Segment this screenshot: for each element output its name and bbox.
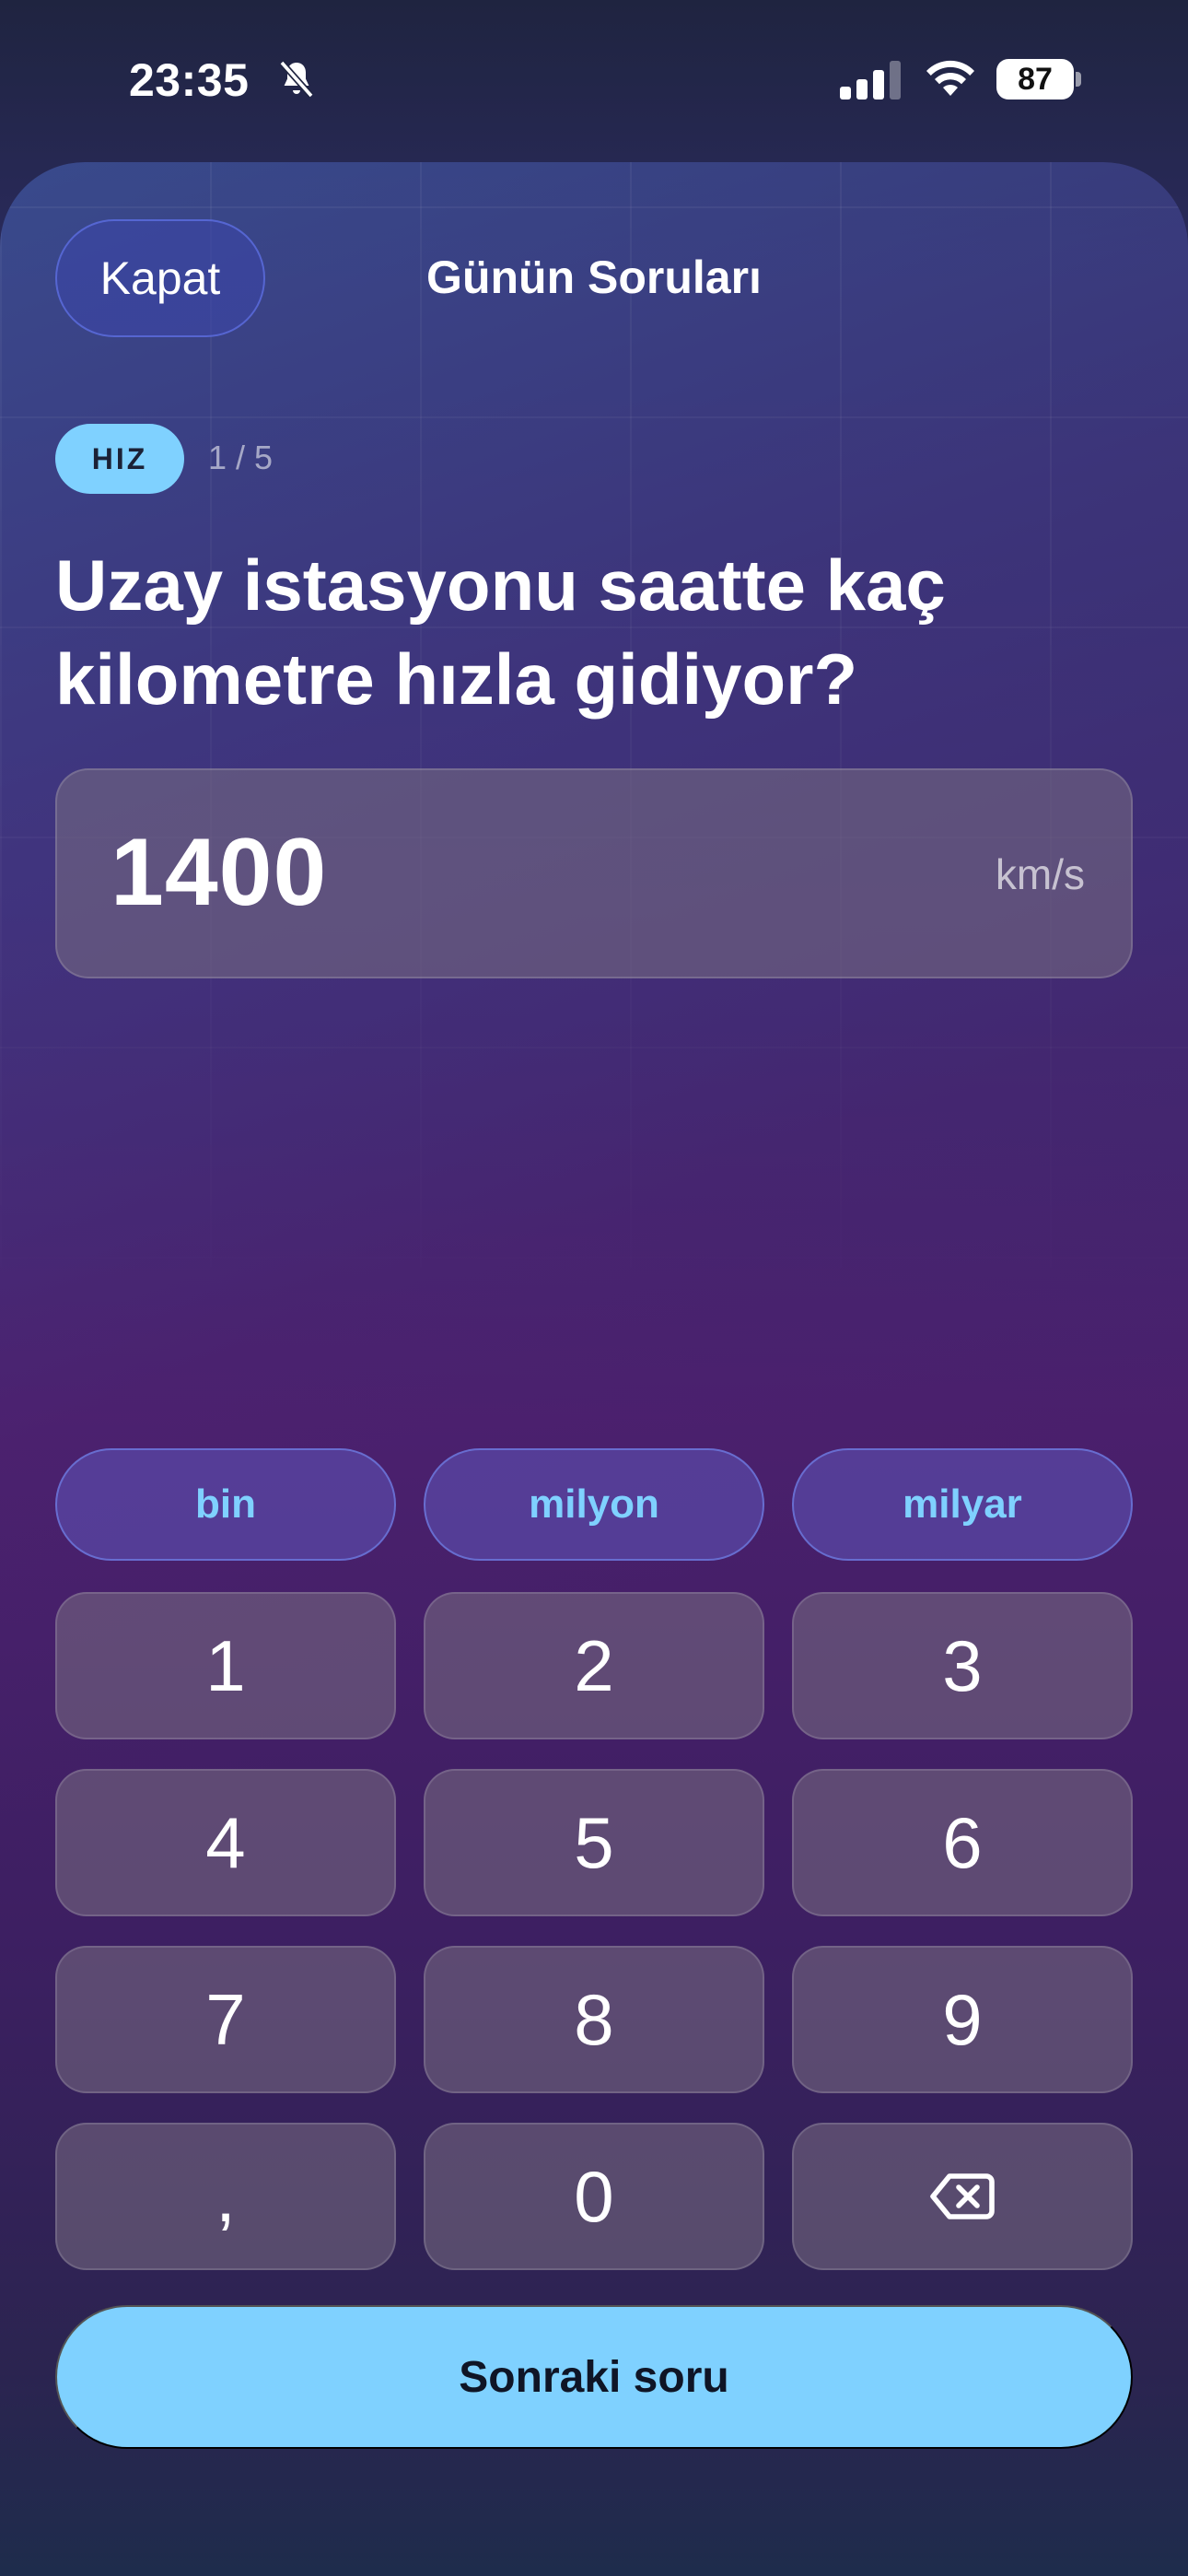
key-8[interactable]: 8	[424, 1946, 764, 2093]
status-bar: 23:35 87	[0, 0, 1188, 162]
battery-level: 87	[996, 59, 1074, 100]
answer-input[interactable]: 1400 km/s	[55, 768, 1133, 978]
key-5[interactable]: 5	[424, 1769, 764, 1916]
question-text: Uzay istasyonu saatte kaç kilometre hızl…	[55, 544, 946, 720]
question-progress: 1 / 5	[208, 439, 274, 476]
answer-value: 1400	[111, 819, 328, 926]
wifi-icon	[926, 60, 974, 96]
key-1[interactable]: 1	[55, 1592, 396, 1739]
close-button[interactable]: Kapat	[55, 219, 265, 337]
battery-tip	[1076, 72, 1081, 87]
key-comma[interactable]: ,	[55, 2123, 396, 2270]
battery-icon: 87	[996, 59, 1081, 100]
key-6[interactable]: 6	[792, 1769, 1133, 1916]
grid-background	[0, 162, 1188, 1360]
key-3[interactable]: 3	[792, 1592, 1133, 1739]
backspace-button[interactable]	[792, 2123, 1133, 2270]
key-7[interactable]: 7	[55, 1946, 396, 2093]
magnitude-row: bin milyon milyar	[55, 1448, 1133, 1561]
next-question-button[interactable]: Sonraki soru	[55, 2305, 1133, 2449]
page-title: Günün Soruları	[426, 252, 762, 303]
backspace-icon	[930, 2173, 995, 2219]
status-time: 23:35	[129, 54, 250, 106]
category-badge: HIZ	[55, 424, 184, 494]
key-9[interactable]: 9	[792, 1946, 1133, 2093]
answer-unit: km/s	[995, 850, 1085, 898]
bell-slash-icon	[279, 60, 314, 99]
suffix-button-milyar[interactable]: milyar	[792, 1448, 1133, 1561]
signal-icon	[840, 61, 901, 100]
key-2[interactable]: 2	[424, 1592, 764, 1739]
suffix-button-milyon[interactable]: milyon	[424, 1448, 764, 1561]
key-4[interactable]: 4	[55, 1769, 396, 1916]
suffix-button-bin[interactable]: bin	[55, 1448, 396, 1561]
key-0[interactable]: 0	[424, 2123, 764, 2270]
